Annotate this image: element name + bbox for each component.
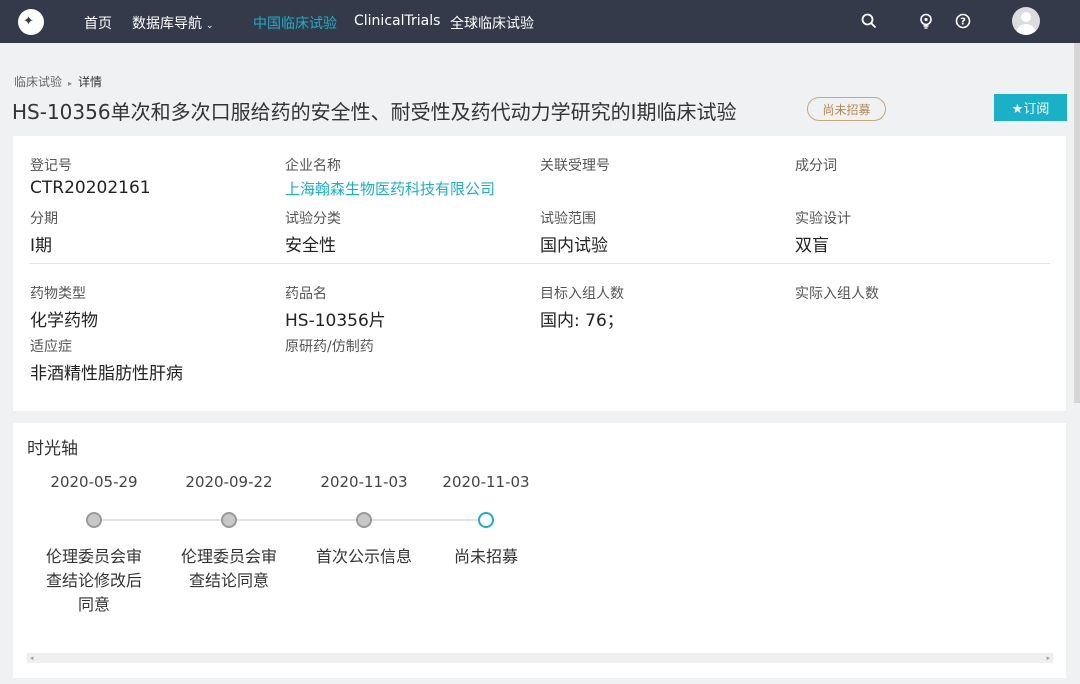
- trial-info-card: 登记号 CTR20202161 企业名称 上海翰森生物医药科技有限公司 关联受理…: [13, 136, 1066, 411]
- phase-value: I期: [30, 236, 53, 256]
- scope-value: 国内试验: [540, 236, 608, 256]
- section-divider: [29, 263, 1050, 264]
- field-reg-no: 登记号 CTR20202161: [30, 155, 151, 198]
- indication-label: 适应症: [30, 339, 72, 355]
- actual-enroll-label: 实际入组人数: [795, 286, 879, 302]
- target-enroll-value: 国内: 76；: [540, 311, 624, 331]
- timeline-dot[interactable]: [86, 512, 102, 528]
- breadcrumb-current: 详情: [78, 75, 103, 89]
- reg-no-value: CTR20202161: [30, 178, 151, 198]
- nav-china-trials[interactable]: 中国临床试验: [253, 13, 337, 33]
- accept-no-label: 关联受理号: [540, 158, 610, 174]
- timeline-date: 2020-11-03: [442, 473, 530, 491]
- target-enroll-label: 目标入组人数: [540, 286, 624, 302]
- field-scope: 试验范围 国内试验: [540, 208, 608, 256]
- page-scrollbar[interactable]: [1074, 43, 1080, 403]
- indication-value: 非酒精性脂肪性肝病: [30, 364, 183, 384]
- avatar[interactable]: [1012, 7, 1040, 35]
- timeline-dot-current[interactable]: [478, 512, 494, 528]
- avatar-body: [1016, 24, 1036, 35]
- nav-clinicaltrials[interactable]: ClinicalTrials: [354, 13, 440, 29]
- field-target-enroll: 目标入组人数 国内: 76；: [540, 283, 624, 331]
- timeline-event: 尚未招募: [453, 547, 518, 566]
- ingredient-label: 成分词: [795, 158, 837, 174]
- avatar-head: [1021, 12, 1031, 22]
- svg-text:?: ?: [960, 17, 966, 28]
- category-label: 试验分类: [285, 211, 341, 227]
- logo-icon[interactable]: ✦: [18, 9, 44, 35]
- bulb-icon[interactable]: [917, 12, 935, 30]
- breadcrumb-separator-icon: ▸: [68, 79, 73, 88]
- origin-label: 原研药/仿制药: [285, 339, 374, 355]
- field-design: 实验设计 双盲: [795, 208, 851, 256]
- field-accept-no: 关联受理号: [540, 155, 610, 178]
- nav-database-label: 数据库导航: [132, 16, 202, 32]
- field-category: 试验分类 安全性: [285, 208, 341, 256]
- field-phase: 分期 I期: [30, 208, 58, 256]
- timeline-date: 2020-05-29: [50, 473, 138, 491]
- timeline-line: [94, 519, 488, 521]
- scroll-right-icon[interactable]: ▸: [1046, 653, 1050, 663]
- top-navbar: ✦ 首页 数据库导航 ⌄ 中国临床试验 ClinicalTrials 全球临床试验…: [0, 0, 1080, 43]
- timeline-dot[interactable]: [221, 512, 237, 528]
- reg-no-label: 登记号: [30, 158, 72, 174]
- drug-name-label: 药品名: [285, 286, 327, 302]
- drug-type-value: 化学药物: [30, 311, 98, 331]
- timeline-title: 时光轴: [27, 439, 78, 459]
- company-label: 企业名称: [285, 158, 341, 174]
- field-company: 企业名称 上海翰森生物医药科技有限公司: [285, 155, 495, 199]
- nav-home[interactable]: 首页: [84, 13, 112, 33]
- breadcrumb: 临床试验 ▸ 详情: [14, 73, 102, 90]
- nav-database[interactable]: 数据库导航 ⌄: [132, 13, 214, 33]
- nav-global-trials[interactable]: 全球临床试验: [450, 13, 534, 33]
- scope-label: 试验范围: [540, 211, 596, 227]
- timeline-dot[interactable]: [356, 512, 372, 528]
- design-value: 双盲: [795, 236, 829, 256]
- field-actual-enroll: 实际入组人数: [795, 283, 879, 306]
- subscribe-button[interactable]: ★订阅: [994, 94, 1067, 121]
- status-badge: 尚未招募: [807, 97, 886, 121]
- timeline-date: 2020-09-22: [185, 473, 273, 491]
- design-label: 实验设计: [795, 211, 851, 227]
- help-icon[interactable]: ?: [954, 12, 972, 30]
- page-title: HS-10356单次和多次口服给药的安全性、耐受性及药代动力学研究的I期临床试验: [12, 100, 737, 124]
- search-icon[interactable]: [860, 12, 878, 30]
- field-drug-type: 药物类型 化学药物: [30, 283, 98, 331]
- category-value: 安全性: [285, 236, 336, 256]
- phase-label: 分期: [30, 211, 58, 227]
- field-indication: 适应症 非酒精性脂肪性肝病: [30, 336, 183, 384]
- timeline-event: 伦理委员会审查结论同意: [181, 547, 278, 590]
- chevron-down-icon: ⌄: [206, 21, 214, 31]
- company-link[interactable]: 上海翰森生物医药科技有限公司: [285, 178, 495, 199]
- drug-name-value: HS-10356片: [285, 311, 386, 331]
- timeline-date: 2020-11-03: [320, 473, 408, 491]
- timeline-card: 时光轴 2020-05-29 伦理委员会审查结论修改后同意 2020-09-22…: [13, 423, 1066, 678]
- timeline-event: 伦理委员会审查结论修改后同意: [46, 547, 143, 614]
- timeline-scrollbar[interactable]: ◂ ▸: [27, 653, 1053, 663]
- field-origin: 原研药/仿制药: [285, 336, 374, 359]
- field-ingredient: 成分词: [795, 155, 837, 178]
- scroll-left-icon[interactable]: ◂: [30, 653, 34, 663]
- timeline-event: 首次公示信息: [316, 547, 413, 566]
- drug-type-label: 药物类型: [30, 286, 86, 302]
- breadcrumb-parent[interactable]: 临床试验: [14, 75, 62, 89]
- field-drug-name: 药品名 HS-10356片: [285, 283, 386, 331]
